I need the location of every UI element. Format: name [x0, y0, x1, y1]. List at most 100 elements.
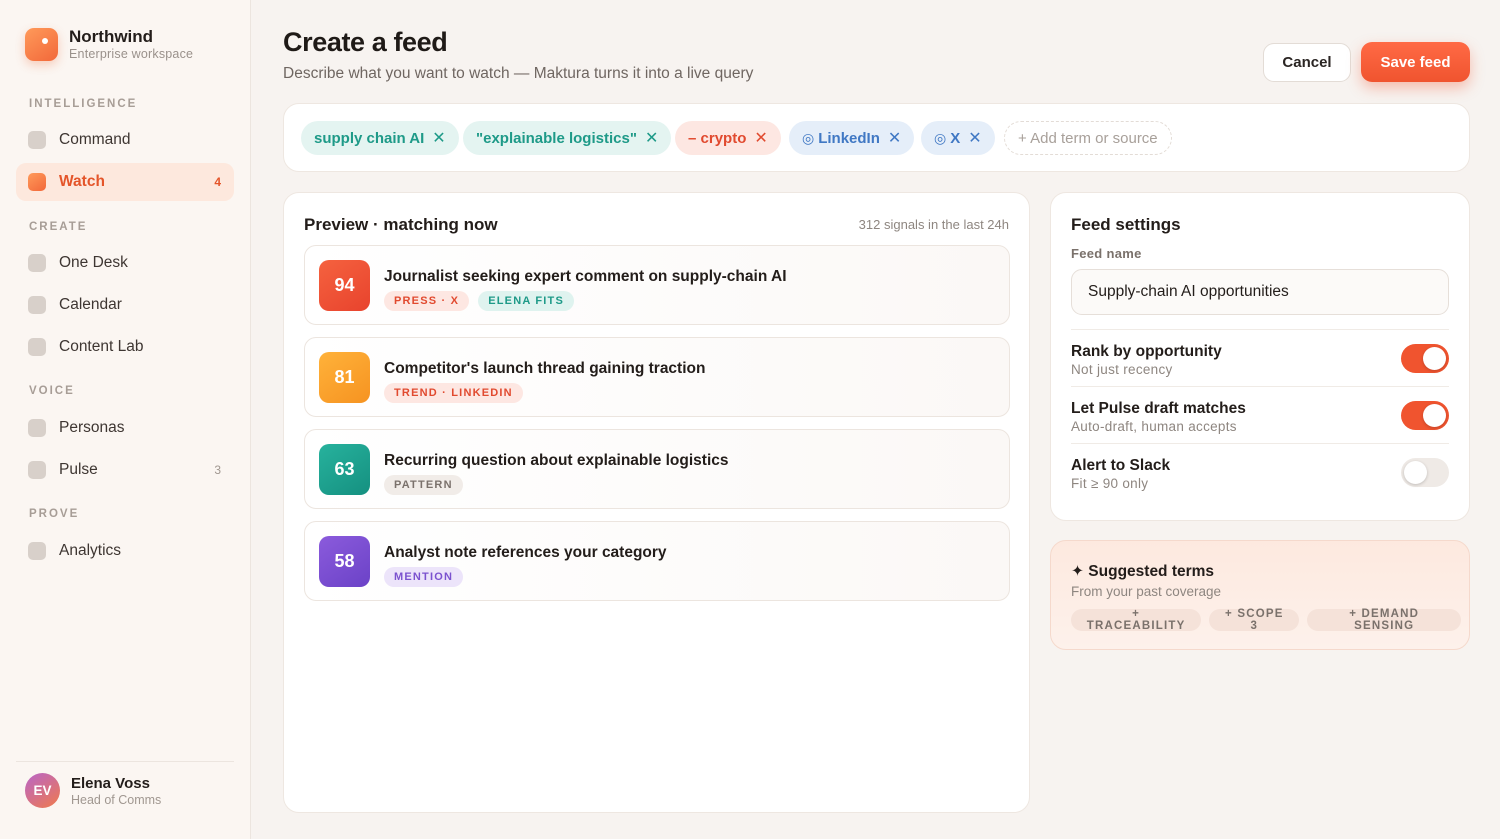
suggested-terms-title: ✦ Suggested terms	[1071, 563, 1215, 580]
signal-tag: PRESS · X	[384, 291, 470, 311]
source-icon: ◎	[802, 129, 815, 146]
brand-name: Northwind	[69, 27, 154, 46]
signal-card[interactable]: 63 Recurring question about explainable …	[304, 429, 1010, 509]
sidebar-item-label: Watch	[59, 173, 105, 190]
page-title: Create a feed	[283, 27, 448, 57]
user-role: Head of Comms	[71, 792, 162, 807]
cancel-button[interactable]: Cancel	[1263, 43, 1351, 82]
toggle-knob	[1404, 461, 1427, 484]
sidebar-item-label: Content Lab	[59, 338, 144, 355]
command-icon	[28, 131, 46, 149]
remove-chip-icon[interactable]: ✕	[645, 128, 658, 148]
one-desk-icon	[28, 254, 46, 272]
signal-card[interactable]: 81 Competitor's launch thread gaining tr…	[304, 337, 1010, 417]
chip-label: – crypto	[688, 129, 747, 147]
signal-title: Analyst note references your category	[384, 544, 667, 561]
source-icon: ◎	[934, 129, 947, 146]
sidebar-item-command[interactable]: Command	[16, 121, 234, 159]
watch-count-badge: 4	[214, 175, 221, 189]
settings-title: Feed settings	[1071, 215, 1181, 234]
calendar-icon	[28, 296, 46, 314]
remove-chip-icon[interactable]: ✕	[888, 128, 901, 148]
pulse-draft-toggle[interactable]	[1401, 401, 1449, 430]
chip-label: "explainable logistics"	[476, 129, 637, 147]
setting-description: Not just recency	[1071, 362, 1173, 377]
nav-section-voice: VOICE	[29, 385, 75, 397]
nav-section-prove: PROVE	[29, 508, 80, 520]
setting-description: Auto-draft, human accepts	[1071, 419, 1237, 434]
sidebar-item-calendar[interactable]: Calendar	[16, 286, 234, 324]
signal-card[interactable]: 94 Journalist seeking expert comment on …	[304, 245, 1010, 325]
signal-tag: ELENA FITS	[478, 291, 574, 311]
score-badge: 63	[319, 444, 370, 495]
sidebar-item-content-lab[interactable]: Content Lab	[16, 328, 234, 366]
add-term-button[interactable]: + Add term or source	[1004, 121, 1172, 155]
score-badge: 94	[319, 260, 370, 311]
personas-icon	[28, 419, 46, 437]
sidebar-item-watch[interactable]: Watch 4	[16, 163, 234, 201]
nav-section-create: CREATE	[29, 221, 88, 233]
pulse-icon	[28, 461, 46, 479]
feed-settings-panel: Feed settings Feed name Rank by opportun…	[1050, 192, 1470, 521]
suggested-terms-panel: ✦ Suggested terms From your past coverag…	[1050, 540, 1470, 650]
sidebar-item-analytics[interactable]: Analytics	[16, 532, 234, 570]
chip-label: X	[950, 129, 961, 147]
watch-icon	[28, 173, 46, 191]
alert-to-slack-toggle[interactable]	[1401, 458, 1449, 487]
sidebar: Northwind Enterprise workspace INTELLIGE…	[0, 0, 251, 839]
remove-chip-icon[interactable]: ✕	[754, 128, 767, 148]
analytics-icon	[28, 542, 46, 560]
suggested-term-chip[interactable]: + TRACEABILITY	[1071, 608, 1202, 632]
toggle-knob	[1423, 347, 1446, 370]
sidebar-item-label: One Desk	[59, 254, 128, 271]
signal-tag: TREND · LINKEDIN	[384, 383, 523, 403]
query-chip-source-x[interactable]: ◎ X ✕	[921, 121, 995, 155]
rank-by-opportunity-toggle[interactable]	[1401, 344, 1449, 373]
setting-rank-by-opportunity: Rank by opportunity Not just recency	[1071, 329, 1449, 386]
suggested-term-chip[interactable]: + DEMAND SENSING	[1307, 608, 1461, 632]
query-chip-source-linkedin[interactable]: ◎ LinkedIn ✕	[789, 121, 915, 155]
feed-name-label: Feed name	[1071, 246, 1142, 261]
signal-card[interactable]: 58 Analyst note references your category…	[304, 521, 1010, 601]
suggested-term-chip[interactable]: + SCOPE 3	[1209, 608, 1300, 632]
toggle-knob	[1423, 404, 1446, 427]
brand-subtitle: Enterprise workspace	[69, 47, 194, 61]
remove-chip-icon[interactable]: ✕	[432, 128, 445, 148]
sidebar-item-label: Command	[59, 131, 131, 148]
sidebar-item-one-desk[interactable]: One Desk	[16, 244, 234, 282]
sidebar-item-personas[interactable]: Personas	[16, 409, 234, 447]
sidebar-item-label: Pulse	[59, 461, 98, 478]
sidebar-item-pulse[interactable]: Pulse 3	[16, 451, 234, 489]
remove-chip-icon[interactable]: ✕	[968, 128, 981, 148]
sidebar-item-label: Personas	[59, 419, 125, 436]
avatar: EV	[25, 773, 60, 808]
chip-label: LinkedIn	[818, 129, 880, 147]
user-name: Elena Voss	[71, 774, 150, 792]
setting-name: Alert to Slack	[1071, 457, 1171, 474]
setting-description: Fit ≥ 90 only	[1071, 476, 1149, 491]
user-profile[interactable]: EV Elena Voss Head of Comms	[25, 773, 161, 808]
query-chip-include[interactable]: supply chain AI ✕	[301, 121, 459, 155]
preview-panel: Preview · matching now 312 signals in th…	[283, 192, 1030, 813]
brand[interactable]: Northwind Enterprise workspace	[25, 27, 193, 61]
chip-label: supply chain AI	[314, 129, 425, 147]
score-badge: 58	[319, 536, 370, 587]
setting-pulse-draft: Let Pulse draft matches Auto-draft, huma…	[1071, 386, 1449, 443]
save-feed-button[interactable]: Save feed	[1361, 42, 1470, 82]
preview-signal-count: 312 signals in the last 24h	[858, 217, 1009, 232]
query-chip-include[interactable]: "explainable logistics" ✕	[463, 121, 672, 155]
nav-section-intelligence: INTELLIGENCE	[29, 98, 138, 110]
signal-title: Competitor's launch thread gaining tract…	[384, 360, 706, 377]
page-subtitle: Describe what you want to watch — Maktur…	[283, 65, 754, 82]
setting-name: Rank by opportunity	[1071, 343, 1222, 360]
brand-logo-icon	[25, 27, 58, 61]
query-chip-exclude[interactable]: – crypto ✕	[675, 121, 781, 155]
feed-name-field[interactable]	[1071, 269, 1449, 315]
signal-title: Journalist seeking expert comment on sup…	[384, 268, 787, 285]
signal-tag: MENTION	[384, 567, 464, 587]
query-builder: supply chain AI ✕ "explainable logistics…	[283, 103, 1470, 172]
preview-title: Preview · matching now	[304, 215, 498, 234]
sidebar-item-label: Calendar	[59, 296, 122, 313]
score-badge: 81	[319, 352, 370, 403]
sidebar-item-label: Analytics	[59, 542, 122, 559]
